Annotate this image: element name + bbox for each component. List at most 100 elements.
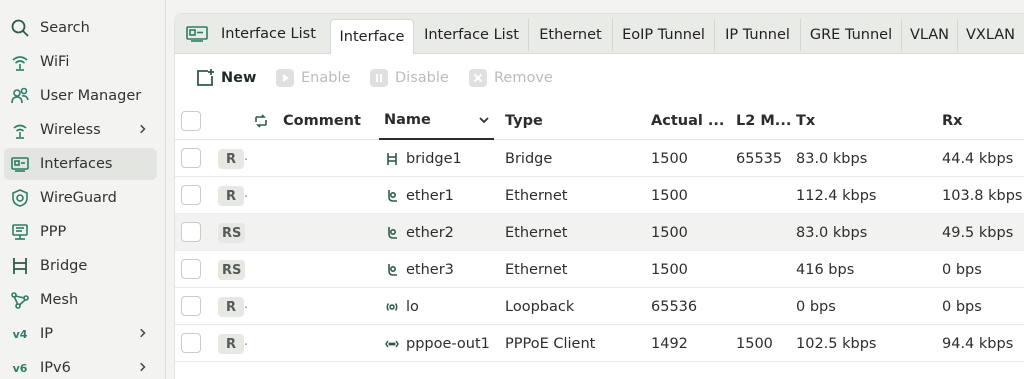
status-badge: RS xyxy=(218,223,246,243)
row-checkbox[interactable] xyxy=(181,148,201,168)
table-row[interactable]: R . bridge1 Bridge 1500 65535 83.0 kbps … xyxy=(175,140,1024,177)
flag-ellipsis: . xyxy=(244,149,249,164)
name-cell[interactable]: pppoe-out1 xyxy=(384,325,490,362)
column-header-rx[interactable]: Rx xyxy=(942,102,963,140)
tx-cell: 102.5 kbps xyxy=(796,335,877,352)
sidebar-item-search[interactable]: Search xyxy=(4,12,157,44)
column-header-name[interactable]: Name xyxy=(379,102,494,140)
name-cell[interactable]: bridge1 xyxy=(384,140,462,177)
column-header-type[interactable]: Type xyxy=(505,102,543,140)
sidebar-item-label: IP xyxy=(40,326,54,342)
tx-cell: 0 bps xyxy=(796,298,836,315)
column-header-comment[interactable]: Comment xyxy=(283,102,361,140)
search-icon xyxy=(8,16,32,40)
sidebar-item-ipv6[interactable]: v6 IPv6 xyxy=(4,352,157,379)
column-header-actual-mtu[interactable]: Actual ... xyxy=(651,102,724,140)
row-checkbox[interactable] xyxy=(181,222,201,242)
sidebar-item-bridge[interactable]: Bridge xyxy=(4,250,157,282)
select-all-checkbox[interactable] xyxy=(181,111,201,131)
sidebar-item-label: WiFi xyxy=(40,54,70,70)
table-row[interactable]: RS ether3 Ethernet 1500 416 bps 0 bps xyxy=(175,251,1024,288)
ip-v6-icon: v6 xyxy=(12,361,28,375)
rx-cell: 103.8 kbps xyxy=(942,187,1023,204)
sidebar-item-label: Search xyxy=(40,20,90,36)
sidebar-item-wireless[interactable]: Wireless xyxy=(4,114,157,146)
user-manager-icon xyxy=(8,84,32,108)
type-cell: Loopback xyxy=(505,298,575,315)
name-cell[interactable]: ether2 xyxy=(384,214,454,251)
remove-button-label: Remove xyxy=(494,70,553,86)
l2-mtu-cell: 1500 xyxy=(736,335,773,352)
page-title-text: Interface List xyxy=(221,26,316,42)
flag-ellipsis: . xyxy=(244,297,249,312)
sidebar-item-label: WireGuard xyxy=(40,190,117,206)
table-row[interactable]: R . ether1 Ethernet 1500 112.4 kbps 103.… xyxy=(175,177,1024,214)
rx-cell: 0 bps xyxy=(942,298,982,315)
column-header-name-label: Name xyxy=(384,112,431,128)
tab-gre-tunnel[interactable]: GRE Tunnel xyxy=(800,19,901,51)
tx-cell: 416 bps xyxy=(796,261,855,278)
remove-button[interactable]: Remove xyxy=(468,67,553,89)
sidebar-item-label: Interfaces xyxy=(40,156,113,172)
rx-cell: 0 bps xyxy=(942,261,982,278)
actual-mtu-cell: 1500 xyxy=(651,261,688,278)
tab-interface-list[interactable]: Interface List xyxy=(415,19,528,51)
disable-button-label: Disable xyxy=(395,70,449,86)
name-cell[interactable]: ether3 xyxy=(384,251,454,288)
table-row[interactable]: R . lo Loopback 65536 0 bps 0 bps xyxy=(175,288,1024,325)
ethernet-icon xyxy=(384,188,400,204)
tab-interface[interactable]: Interface xyxy=(330,19,414,54)
sidebar-item-wireguard[interactable]: WireGuard xyxy=(4,182,157,214)
new-button-label: New xyxy=(221,70,257,86)
name-text: ether3 xyxy=(406,261,454,278)
sidebar-item-label: User Manager xyxy=(40,88,142,104)
mesh-icon xyxy=(8,288,32,312)
column-settings-icon[interactable] xyxy=(253,102,269,140)
name-text: ether2 xyxy=(406,224,454,241)
pause-icon xyxy=(369,68,389,88)
flag-ellipsis: . xyxy=(244,186,249,201)
tab-ethernet[interactable]: Ethernet xyxy=(528,19,612,51)
tab-eoip-tunnel[interactable]: EoIP Tunnel xyxy=(612,19,714,51)
sidebar-item-ip[interactable]: v4 IP xyxy=(4,318,157,350)
sidebar-item-interfaces[interactable]: Interfaces xyxy=(4,148,157,180)
column-header-tx[interactable]: Tx xyxy=(796,102,815,140)
actual-mtu-cell: 1492 xyxy=(651,335,688,352)
rx-cell: 94.4 kbps xyxy=(942,335,1014,352)
sidebar-item-ppp[interactable]: PPP xyxy=(4,216,157,248)
row-checkbox[interactable] xyxy=(181,296,201,316)
new-button[interactable]: New xyxy=(195,67,256,89)
actual-mtu-cell: 1500 xyxy=(651,187,688,204)
row-checkbox[interactable] xyxy=(181,333,201,353)
type-cell: PPPoE Client xyxy=(505,335,596,352)
interfaces-icon xyxy=(8,152,32,176)
tab-ip-tunnel[interactable]: IP Tunnel xyxy=(714,19,800,51)
l2-mtu-cell: 65535 xyxy=(736,150,783,167)
name-cell[interactable]: ether1 xyxy=(384,177,454,214)
add-icon xyxy=(195,68,215,88)
sidebar-item-user-manager[interactable]: User Manager xyxy=(4,80,157,112)
column-header-l2-mtu[interactable]: L2 M... xyxy=(736,102,791,140)
name-cell[interactable]: lo xyxy=(384,288,419,325)
sidebar-item-mesh[interactable]: Mesh xyxy=(4,284,157,316)
row-checkbox[interactable] xyxy=(181,259,201,279)
tab-vlan[interactable]: VLAN xyxy=(901,19,957,51)
ethernet-icon xyxy=(384,262,400,278)
ppp-icon xyxy=(8,220,32,244)
table-row[interactable]: R . pppoe-out1 PPPoE Client 1492 1500 10… xyxy=(175,325,1024,362)
name-text: bridge1 xyxy=(406,150,462,167)
table-row[interactable]: RS ether2 Ethernet 1500 83.0 kbps 49.5 k… xyxy=(175,214,1024,251)
wifi-icon xyxy=(8,50,32,74)
disable-button[interactable]: Disable xyxy=(369,67,449,89)
actual-mtu-cell: 1500 xyxy=(651,224,688,241)
name-text: pppoe-out1 xyxy=(406,335,490,352)
sidebar-item-wifi[interactable]: WiFi xyxy=(4,46,157,78)
interfaces-icon xyxy=(185,23,211,45)
tab-vxlan[interactable]: VXLAN xyxy=(957,19,1023,51)
enable-button[interactable]: Enable xyxy=(275,67,350,89)
tab-bar: Interface List Interface Interface List … xyxy=(175,14,1024,54)
wireless-icon xyxy=(8,118,32,142)
ethernet-icon xyxy=(384,225,400,241)
type-cell: Ethernet xyxy=(505,187,568,204)
row-checkbox[interactable] xyxy=(181,185,201,205)
